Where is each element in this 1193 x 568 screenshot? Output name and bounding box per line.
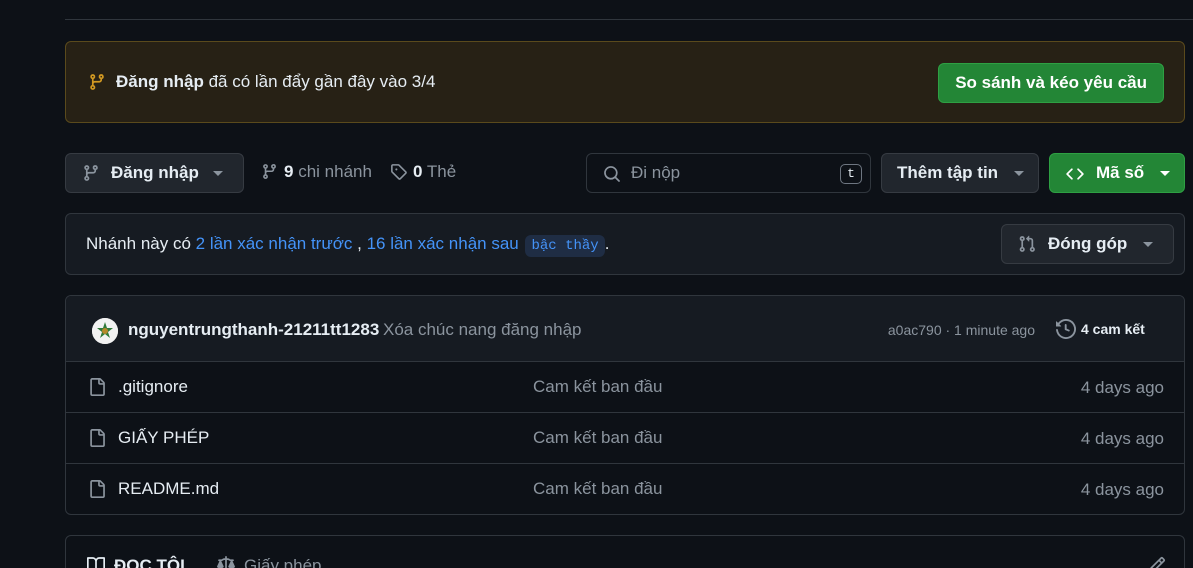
tab-license[interactable]: Giấy phép [216,556,322,568]
comparison-suffix: . [604,234,610,253]
go-to-file-search[interactable]: t [586,153,871,193]
add-file-button[interactable]: Thêm tập tin [881,153,1039,193]
commit-message-link[interactable]: Xóa chúc nang đăng nhập [383,320,582,340]
file-commit-message[interactable]: Cam kết ban đầu [533,479,662,499]
tags-link[interactable]: 0 Thẻ [390,162,456,182]
file-row[interactable]: README.md Cam kết ban đầu 4 days ago [66,464,1184,514]
file-table: nguyentrungthanh-21211tt1283 Xóa chúc na… [65,295,1185,515]
file-name-link[interactable]: .gitignore [118,377,188,397]
top-divider [65,19,1193,20]
file-commit-message[interactable]: Cam kết ban đầu [533,377,662,397]
file-commit-age: 4 days ago [1080,378,1164,397]
branch-select-label: Đăng nhập [111,163,199,182]
branches-link[interactable]: 9 chi nhánh [261,162,372,182]
file-commit-age: 4 days ago [1080,429,1164,448]
search-icon [604,166,620,182]
shortcut-key-hint: t [840,164,862,184]
comparison-separator: , [357,234,362,253]
chevron-down-icon [1160,171,1170,176]
contribute-button[interactable]: Đóng góp [1001,224,1174,264]
banner-text: Đăng nhập đã có lần đẩy gần đây vào 3/4 [116,72,435,92]
branch-comparison-text: Nhánh này có 2 lần xác nhận trước , 16 l… [86,234,609,257]
branch-select-button[interactable]: Đăng nhập [65,153,244,193]
branch-count: 9 [284,162,294,181]
file-name-link[interactable]: GIẤY PHÉP [118,428,209,448]
add-file-label: Thêm tập tin [897,163,999,182]
recent-push-banner: Đăng nhập đã có lần đẩy gần đây vào 3/4 … [65,41,1185,123]
code-icon [1066,168,1084,180]
file-icon [90,480,105,498]
branch-count-label: chi nhánh [298,162,372,181]
code-button[interactable]: Mã số [1049,153,1185,193]
banner-message: đã có lần đẩy gần đây vào 3/4 [208,72,436,91]
comparison-prefix: Nhánh này có [86,234,191,253]
avatar[interactable] [92,318,118,344]
branch-icon [90,74,104,90]
commits-ahead-link[interactable]: 2 lần xác nhận trước [196,234,353,253]
latest-commit-row: nguyentrungthanh-21211tt1283 Xóa chúc na… [66,296,1184,362]
base-branch-badge[interactable]: bậc thầy [525,235,605,257]
file-commit-message[interactable]: Cam kết ban đầu [533,428,662,448]
commit-history-link[interactable]: 4 cam kết [1056,318,1145,340]
file-name-link[interactable]: README.md [118,479,219,499]
tab-readme-label: ĐỌC TÔI [114,556,185,568]
readme-box: ĐỌC TÔI Giấy phép [65,535,1185,568]
commit-author-link[interactable]: nguyentrungthanh-21211tt1283 [128,320,379,340]
pencil-icon[interactable] [1148,556,1166,568]
banner-branch-name[interactable]: Đăng nhập [116,72,204,91]
branch-icon [84,165,98,181]
law-scale-icon [217,556,235,568]
commit-hash-time[interactable]: a0ac790 · 1 minute ago [888,322,1035,338]
file-row[interactable]: GIẤY PHÉP Cam kết ban đầu 4 days ago [66,413,1184,464]
tag-count: 0 [413,162,423,181]
code-label: Mã số [1096,163,1145,182]
branch-icon [263,164,276,179]
book-icon [87,557,106,568]
file-row[interactable]: .gitignore Cam kết ban đầu 4 days ago [66,362,1184,413]
tab-readme[interactable]: ĐỌC TÔI [86,556,185,568]
file-icon [90,378,105,396]
chevron-down-icon [1014,171,1024,176]
pull-request-icon [1019,235,1035,252]
file-commit-age: 4 days ago [1080,480,1164,499]
tag-icon [391,164,407,180]
tab-license-label: Giấy phép [244,556,322,568]
chevron-down-icon [1143,242,1153,247]
go-to-file-input[interactable] [631,162,821,184]
avatar-image [92,318,118,344]
tag-count-label: Thẻ [426,162,457,181]
commits-behind-link[interactable]: 16 lần xác nhận sau [367,234,519,253]
history-icon [1056,318,1077,340]
file-icon [90,429,105,447]
commit-count-label: 4 cam kết [1081,321,1145,337]
chevron-down-icon [213,171,223,176]
compare-pull-request-button[interactable]: So sánh và kéo yêu cầu [938,63,1164,103]
contribute-label: Đóng góp [1048,234,1128,253]
